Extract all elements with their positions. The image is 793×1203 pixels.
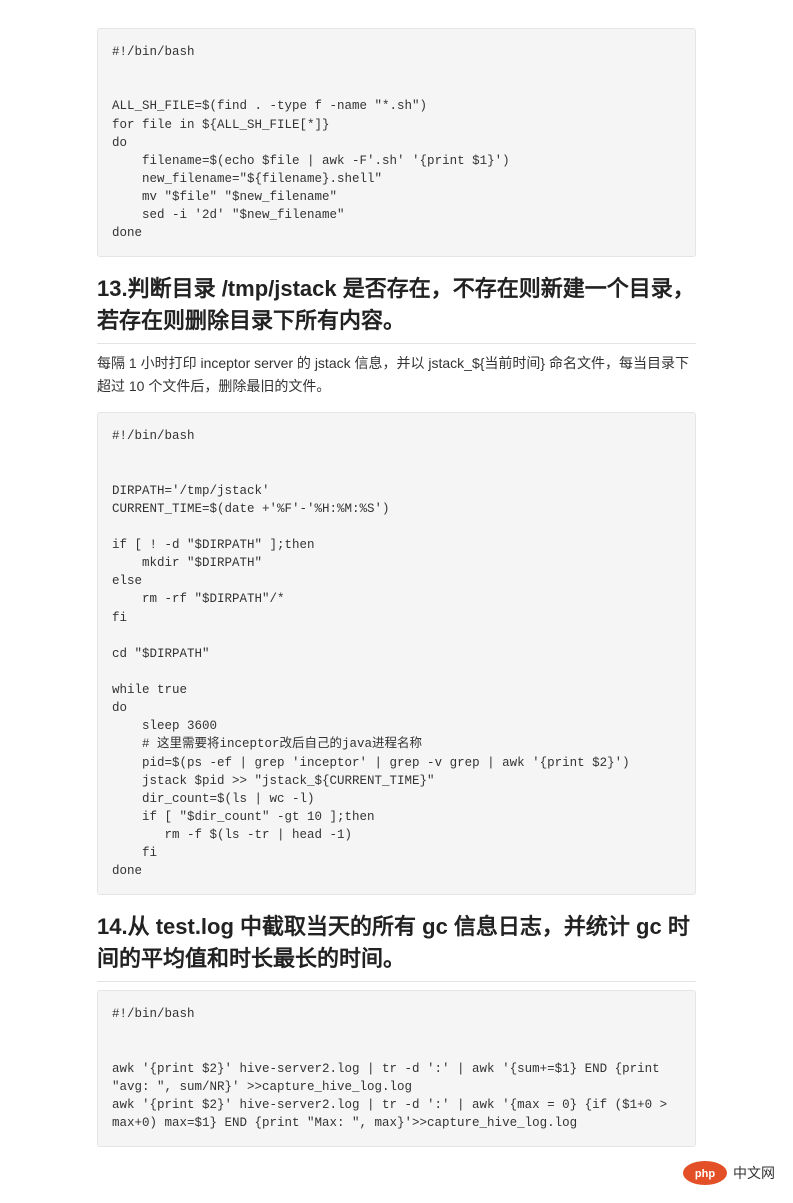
watermark: php 中文网 xyxy=(683,1161,775,1185)
code-block-3: #!/bin/bash awk '{print $2}' hive-server… xyxy=(97,990,696,1147)
heading-14: 14.从 test.log 中截取当天的所有 gc 信息日志，并统计 gc 时间… xyxy=(97,911,696,982)
heading-13: 13.判断目录 /tmp/jstack 是否存在，不存在则新建一个目录，若存在则… xyxy=(97,273,696,344)
watermark-text: 中文网 xyxy=(733,1163,775,1183)
code-block-1: #!/bin/bash ALL_SH_FILE=$(find . -type f… xyxy=(97,28,696,257)
desc-13: 每隔 1 小时打印 inceptor server 的 jstack 信息，并以… xyxy=(97,352,696,398)
svg-text:php: php xyxy=(695,1168,715,1180)
code-block-2: #!/bin/bash DIRPATH='/tmp/jstack' CURREN… xyxy=(97,412,696,895)
php-logo-icon: php xyxy=(683,1161,727,1185)
